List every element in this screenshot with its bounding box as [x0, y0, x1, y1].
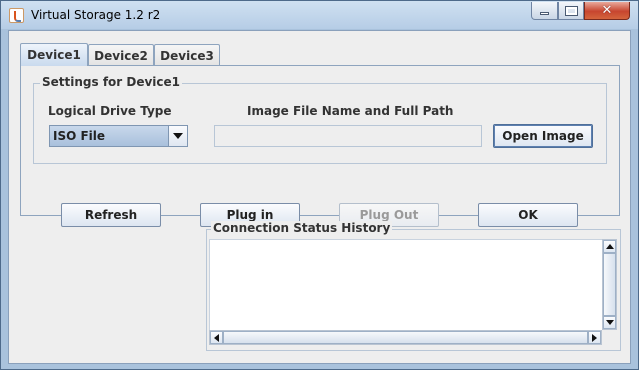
vertical-scrollbar[interactable] [602, 239, 617, 330]
device-tab-panel: Settings for Device1 Logical Drive Type … [20, 65, 620, 227]
image-path-label: Image File Name and Full Path [247, 104, 454, 118]
refresh-button[interactable]: Refresh [61, 203, 161, 227]
window-title: Virtual Storage 1.2 r2 [31, 8, 161, 22]
vertical-scroll-thumb[interactable] [603, 253, 616, 316]
tab-device2[interactable]: Device2 [88, 44, 154, 66]
tab-label: Device1 [27, 48, 81, 62]
drive-type-value: ISO File [53, 129, 106, 143]
scroll-left-icon[interactable] [210, 331, 223, 344]
drive-type-select[interactable]: ISO File [49, 125, 188, 147]
scroll-right-icon[interactable] [588, 331, 601, 344]
horizontal-scrollbar[interactable] [209, 330, 602, 345]
scroll-up-icon[interactable] [603, 240, 616, 253]
chevron-down-icon[interactable] [168, 126, 187, 146]
image-path-field[interactable] [214, 125, 482, 147]
horizontal-scroll-thumb[interactable] [223, 331, 588, 344]
connection-status-group: Connection Status History [206, 221, 621, 351]
maximize-icon [564, 5, 578, 16]
tab-label: Device3 [160, 48, 214, 63]
tab-device3[interactable]: Device3 [154, 44, 220, 66]
status-title: Connection Status History [211, 221, 393, 235]
maximize-button[interactable] [558, 2, 584, 20]
tab-label: Device2 [94, 48, 148, 63]
title-bar[interactable]: Virtual Storage 1.2 r2 ✕ [1, 1, 638, 29]
minimize-icon [540, 12, 549, 15]
settings-group-title: Settings for Device1 [40, 75, 183, 89]
status-history-textarea[interactable] [209, 239, 602, 330]
minimize-button[interactable] [531, 2, 558, 20]
close-icon: ✕ [601, 3, 613, 18]
tab-device1[interactable]: Device1 [20, 43, 88, 66]
client-area: Device1 Device2 Device3 Settings for Dev… [8, 30, 631, 364]
java-cup-icon [9, 8, 24, 23]
settings-group: Settings for Device1 Logical Drive Type … [33, 75, 607, 164]
drive-type-label: Logical Drive Type [48, 104, 172, 118]
open-image-button[interactable]: Open Image [493, 124, 593, 148]
close-button[interactable]: ✕ [584, 2, 630, 20]
app-window: Virtual Storage 1.2 r2 ✕ Device1 Device2… [0, 0, 639, 370]
scroll-down-icon[interactable] [603, 316, 616, 329]
ok-button[interactable]: OK [478, 203, 578, 227]
